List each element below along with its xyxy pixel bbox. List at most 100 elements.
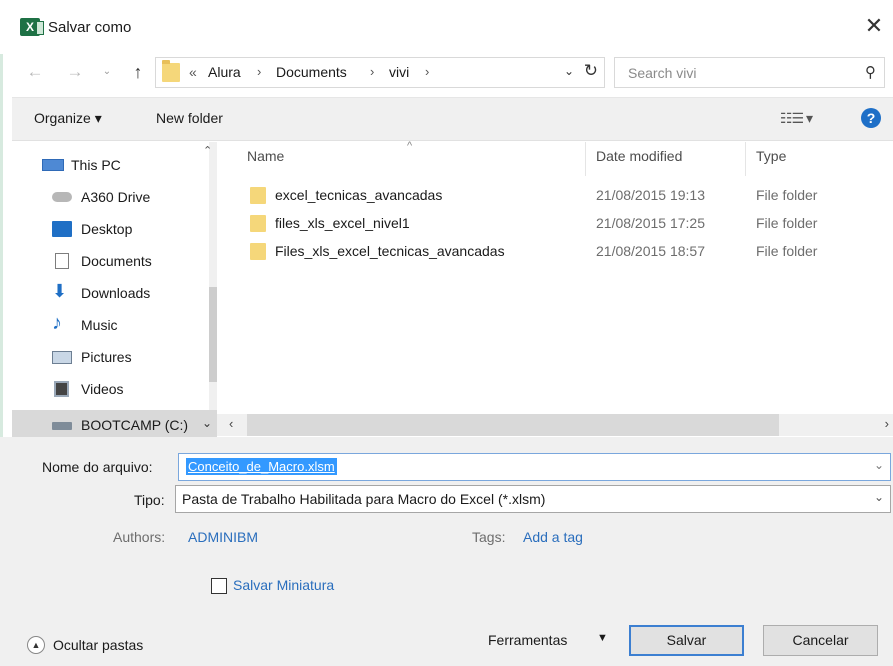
forward-arrow-icon[interactable]: → bbox=[64, 60, 86, 84]
excel-app-icon: X bbox=[20, 18, 44, 36]
scroll-right-icon[interactable]: › bbox=[885, 416, 889, 431]
file-list[interactable]: ^ Name Date modified Type excel_tecnicas… bbox=[217, 140, 893, 414]
address-dropdown-icon[interactable]: ⌄ bbox=[564, 64, 574, 78]
chevron-right-icon[interactable]: › bbox=[257, 64, 261, 79]
documents-icon bbox=[55, 253, 69, 269]
breadcrumb-vivi[interactable]: vivi bbox=[389, 64, 409, 80]
save-options-panel: Nome do arquivo: Conceito_de_Macro.xlsm … bbox=[0, 437, 893, 666]
filename-value[interactable]: Conceito_de_Macro.xlsm bbox=[186, 458, 337, 475]
sidebar-item-bootcamp-drive[interactable]: BOOTCAMP (C:) ⌄ bbox=[12, 410, 217, 440]
close-button[interactable]: ✕ bbox=[861, 14, 887, 40]
cancel-button[interactable]: Cancelar bbox=[763, 625, 878, 656]
sidebar-item-label: This PC bbox=[71, 157, 121, 173]
sidebar-item-pictures[interactable]: Pictures bbox=[12, 342, 212, 372]
sidebar-item-videos[interactable]: Videos bbox=[12, 374, 212, 404]
file-date: 21/08/2015 18:57 bbox=[596, 243, 705, 259]
drive-icon bbox=[52, 422, 72, 430]
column-divider[interactable] bbox=[745, 142, 746, 176]
save-button[interactable]: Salvar bbox=[629, 625, 744, 656]
download-arrow-icon: ⬇ bbox=[52, 281, 68, 301]
back-arrow-icon[interactable]: ← bbox=[24, 60, 46, 84]
sidebar-item-label: Downloads bbox=[81, 285, 151, 301]
hide-folders-button[interactable]: Ocultar pastas bbox=[53, 637, 143, 653]
file-type-label: Tipo: bbox=[134, 492, 165, 508]
chevron-down-icon[interactable]: ⌄ bbox=[874, 458, 884, 472]
column-header-type[interactable]: Type bbox=[756, 148, 786, 164]
pictures-icon bbox=[52, 351, 72, 364]
file-name: Files_xls_excel_tecnicas_avancadas bbox=[275, 243, 505, 259]
sidebar-item-label: A360 Drive bbox=[81, 189, 151, 205]
chevron-right-icon[interactable]: › bbox=[425, 64, 429, 79]
file-row[interactable]: excel_tecnicas_avancadas 21/08/2015 19:1… bbox=[242, 182, 882, 210]
folder-icon bbox=[250, 215, 266, 232]
sidebar-item-label: Music bbox=[81, 317, 118, 333]
cloud-icon bbox=[52, 192, 72, 202]
file-name: files_xls_excel_nivel1 bbox=[275, 215, 410, 231]
file-date: 21/08/2015 17:25 bbox=[596, 215, 705, 231]
navigation-pane[interactable]: ⌃ This PC A360 Drive Desktop Documents ⬇… bbox=[12, 142, 217, 440]
tags-field[interactable]: Add a tag bbox=[523, 529, 583, 545]
caret-down-icon[interactable]: ▼ bbox=[597, 632, 608, 644]
sidebar-item-documents[interactable]: Documents bbox=[12, 246, 212, 276]
sidebar-item-desktop[interactable]: Desktop bbox=[12, 214, 212, 244]
title-bar: X Salvar como ✕ bbox=[0, 0, 893, 54]
file-name: excel_tecnicas_avancadas bbox=[275, 187, 443, 203]
breadcrumb-overflow[interactable]: « bbox=[189, 64, 197, 80]
music-note-icon: ♪ bbox=[52, 312, 62, 334]
file-row[interactable]: files_xls_excel_nivel1 21/08/2015 17:25 … bbox=[242, 210, 882, 238]
file-type: File folder bbox=[756, 187, 818, 203]
column-header-name[interactable]: Name bbox=[247, 148, 284, 164]
sidebar-item-a360-drive[interactable]: A360 Drive bbox=[12, 182, 212, 212]
refresh-icon[interactable]: ↻ bbox=[584, 61, 598, 81]
search-input[interactable] bbox=[616, 59, 846, 86]
recent-locations-chevron-icon[interactable]: ⌄ bbox=[96, 60, 118, 84]
sidebar-item-label: Desktop bbox=[81, 221, 133, 237]
file-type: File folder bbox=[756, 215, 818, 231]
sidebar-item-label: BOOTCAMP (C:) bbox=[81, 417, 189, 433]
new-folder-button[interactable]: New folder bbox=[156, 110, 223, 126]
address-bar[interactable]: « Alura › Documents › vivi › ⌄ ↻ bbox=[155, 57, 605, 88]
tools-menu-button[interactable]: Ferramentas bbox=[488, 632, 567, 648]
sidebar-item-label: Documents bbox=[81, 253, 152, 269]
column-divider[interactable] bbox=[585, 142, 586, 176]
chevron-down-icon[interactable]: ⌄ bbox=[874, 490, 884, 504]
file-type: File folder bbox=[756, 243, 818, 259]
sidebar-item-this-pc[interactable]: This PC bbox=[12, 150, 212, 180]
folder-icon bbox=[250, 187, 266, 204]
breadcrumb-documents[interactable]: Documents bbox=[276, 64, 347, 80]
search-icon[interactable]: ⚲ bbox=[865, 63, 876, 81]
up-arrow-icon[interactable]: ↑ bbox=[127, 60, 149, 84]
help-icon[interactable]: ? bbox=[861, 108, 881, 128]
sidebar-item-label: Pictures bbox=[81, 349, 132, 365]
computer-icon bbox=[42, 159, 64, 171]
horizontal-scrollbar-thumb[interactable] bbox=[247, 414, 779, 436]
save-thumbnail-checkbox[interactable] bbox=[211, 578, 227, 594]
scroll-left-icon[interactable]: ‹ bbox=[229, 416, 233, 431]
folder-icon bbox=[162, 60, 180, 82]
window-title: Salvar como bbox=[48, 19, 132, 36]
search-box[interactable]: ⚲ bbox=[614, 57, 885, 88]
filename-label: Nome do arquivo: bbox=[42, 459, 153, 475]
column-header-date-modified[interactable]: Date modified bbox=[596, 148, 682, 164]
folder-icon bbox=[250, 243, 266, 260]
organize-menu-button[interactable]: Organize ▾ bbox=[34, 110, 102, 127]
chevron-down-icon[interactable]: ⌄ bbox=[202, 416, 212, 430]
horizontal-scrollbar[interactable]: ‹ › bbox=[217, 414, 893, 436]
authors-field[interactable]: ADMINIBM bbox=[188, 529, 258, 545]
file-date: 21/08/2015 19:13 bbox=[596, 187, 705, 203]
sidebar-item-downloads[interactable]: ⬇ Downloads bbox=[12, 278, 212, 308]
file-type-value: Pasta de Trabalho Habilitada para Macro … bbox=[182, 491, 546, 507]
collapse-up-icon[interactable]: ▲ bbox=[27, 636, 45, 654]
sort-ascending-icon: ^ bbox=[407, 140, 413, 152]
file-row[interactable]: Files_xls_excel_tecnicas_avancadas 21/08… bbox=[242, 238, 882, 266]
sidebar-item-label: Videos bbox=[81, 381, 124, 397]
change-view-button[interactable]: ☷☰ ▾ bbox=[780, 110, 813, 127]
save-thumbnail-label[interactable]: Salvar Miniatura bbox=[233, 577, 334, 593]
film-icon bbox=[54, 381, 69, 397]
sidebar-item-music[interactable]: ♪ Music bbox=[12, 310, 212, 340]
chevron-right-icon[interactable]: › bbox=[370, 64, 374, 79]
breadcrumb-alura[interactable]: Alura bbox=[208, 64, 241, 80]
desktop-icon bbox=[52, 221, 72, 237]
file-type-select[interactable]: Pasta de Trabalho Habilitada para Macro … bbox=[175, 485, 891, 513]
filename-field[interactable]: Conceito_de_Macro.xlsm ⌄ bbox=[178, 453, 891, 481]
